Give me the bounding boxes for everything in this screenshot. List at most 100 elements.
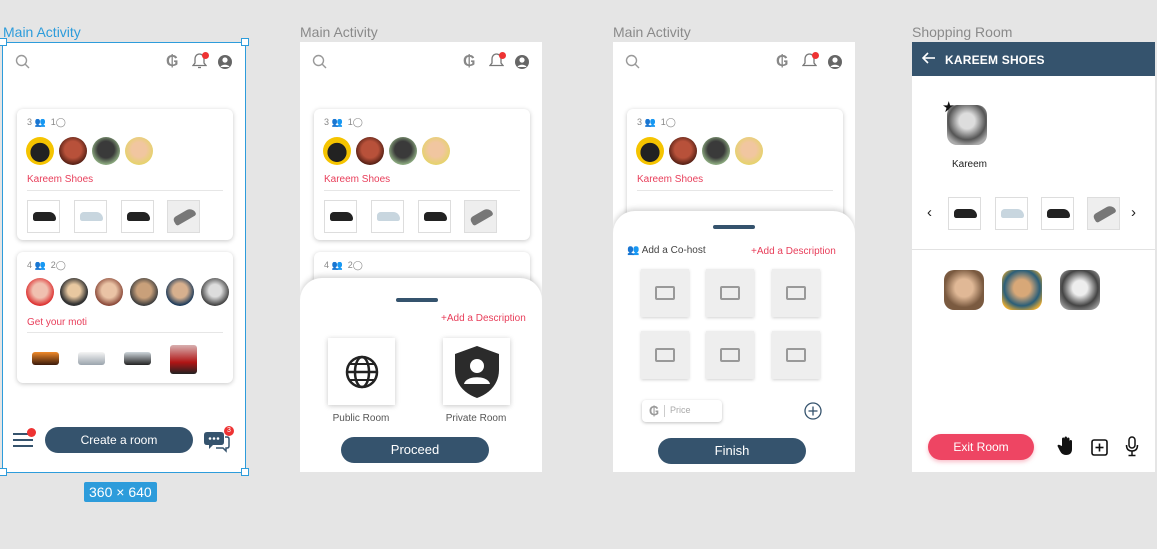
raise-hand-icon[interactable] (1057, 436, 1075, 461)
currency-icon[interactable]: ₲ (776, 54, 788, 70)
main-activity-screen-2: ₲ 3 👥 1◯ Kareem Shoes 4 👥 2◯ +Add a Desc… (300, 42, 542, 472)
avatar (26, 278, 54, 306)
selection-handle[interactable] (241, 38, 249, 46)
avatar (92, 137, 120, 165)
create-room-button[interactable]: Create a room (45, 427, 193, 453)
chevron-left-icon[interactable]: ‹ (927, 204, 932, 221)
image-placeholder-icon[interactable] (706, 269, 754, 317)
avatar (669, 137, 697, 165)
divider (324, 190, 520, 191)
participant-count: 4 (324, 260, 330, 270)
dimension-badge: 360 × 640 (84, 482, 157, 502)
participant-avatar[interactable] (1060, 270, 1100, 310)
frame-label-main-activity-1: Main Activity (3, 24, 81, 40)
add-circle-icon[interactable] (804, 402, 822, 425)
sheet-handle[interactable] (396, 298, 438, 302)
product-thumbnail[interactable] (121, 200, 154, 233)
public-room-option[interactable] (328, 338, 395, 405)
profile-icon[interactable] (827, 54, 843, 74)
image-placeholder-icon[interactable] (706, 331, 754, 379)
product-thumbnail[interactable] (75, 342, 108, 375)
product-thumbnail[interactable] (121, 342, 154, 375)
profile-icon[interactable] (217, 54, 233, 74)
image-placeholder-icon[interactable] (772, 331, 820, 379)
add-cohost-link[interactable]: 👥 Add a Co-host (627, 245, 706, 256)
comment-icon: ◯ (55, 117, 66, 127)
image-placeholder-icon[interactable] (772, 269, 820, 317)
main-activity-screen-1: ₲ 3 👥 1◯ Kareem Shoes 4 👥 2◯ Get your mo… (3, 42, 245, 472)
product-thumbnail[interactable] (74, 200, 107, 233)
add-description-link[interactable]: +Add a Description (441, 313, 526, 324)
sheet-handle[interactable] (713, 225, 755, 229)
public-room-label: Public Room (332, 413, 390, 424)
price-placeholder: Price (670, 405, 691, 415)
globe-icon (345, 355, 379, 394)
product-thumbnail[interactable] (29, 342, 62, 375)
participant-avatar[interactable] (1002, 270, 1042, 310)
frame-label-shopping-room: Shopping Room (912, 24, 1013, 40)
private-room-option[interactable] (443, 338, 510, 405)
card-stats: 4 👥 2◯ (27, 260, 66, 271)
card-stats: 3 👥 1◯ (637, 117, 676, 128)
avatar (166, 278, 194, 306)
search-icon[interactable] (625, 54, 641, 74)
cohost-sheet: 👥 Add a Co-host +Add a Description ₲ Pri… (613, 211, 855, 472)
selection-handle[interactable] (0, 38, 7, 46)
avatar (26, 137, 54, 165)
add-description-link[interactable]: +Add a Description (751, 246, 836, 257)
selection-handle[interactable] (241, 468, 249, 476)
microphone-icon[interactable] (1125, 436, 1139, 462)
back-arrow-icon[interactable] (921, 51, 936, 70)
avatar (130, 278, 158, 306)
people-icon: 👥 (34, 260, 46, 270)
product-thumbnail[interactable] (27, 200, 60, 233)
search-icon[interactable] (312, 54, 328, 74)
image-placeholder-icon[interactable] (641, 269, 689, 317)
currency-icon[interactable]: ₲ (166, 54, 178, 70)
divider (27, 332, 223, 333)
people-icon: 👥 (331, 117, 343, 127)
product-thumbnail[interactable] (167, 342, 200, 377)
avatar (356, 137, 384, 165)
comment-icon: ◯ (55, 260, 66, 270)
product-thumbnail[interactable] (464, 200, 497, 233)
selection-handle[interactable] (0, 468, 7, 476)
room-card-kareem-shoes[interactable]: 3 👥 1◯ Kareem Shoes (17, 109, 233, 240)
currency-icon[interactable]: ₲ (463, 54, 475, 70)
divider (637, 190, 833, 191)
shield-user-icon (452, 344, 502, 405)
product-thumbnail[interactable] (167, 200, 200, 233)
add-box-icon[interactable] (1091, 439, 1108, 461)
card-stats: 4 👥 2◯ (324, 260, 363, 271)
comment-icon: ◯ (665, 117, 676, 127)
divider (27, 190, 223, 191)
product-thumbnail[interactable] (995, 197, 1028, 230)
product-thumbnail[interactable] (371, 200, 404, 233)
card-title[interactable]: Kareem Shoes (324, 174, 390, 185)
search-icon[interactable] (15, 54, 31, 74)
host-avatar[interactable] (947, 105, 987, 145)
product-thumbnail[interactable] (1087, 197, 1120, 230)
product-thumbnail[interactable] (948, 197, 981, 230)
image-placeholder-icon[interactable] (641, 331, 689, 379)
participant-avatar[interactable] (944, 270, 984, 310)
profile-icon[interactable] (514, 54, 530, 74)
menu-notification-dot (27, 428, 36, 437)
card-title[interactable]: Get your moti (27, 317, 87, 328)
room-card-kareem-shoes[interactable]: 3 👥 1◯ Kareem Shoes (314, 109, 530, 240)
proceed-button[interactable]: Proceed (341, 437, 489, 463)
exit-room-button[interactable]: Exit Room (928, 434, 1034, 460)
chevron-right-icon[interactable]: › (1131, 204, 1136, 221)
price-input[interactable]: ₲ Price (642, 400, 722, 422)
card-title[interactable]: Kareem Shoes (27, 174, 93, 185)
participant-count: 4 (27, 260, 33, 270)
avatar (125, 137, 153, 165)
product-thumbnail[interactable] (324, 200, 357, 233)
avatar (95, 278, 123, 306)
card-title[interactable]: Kareem Shoes (637, 174, 703, 185)
room-card-get-your-moti[interactable]: 4 👥 2◯ Get your moti (17, 252, 233, 383)
product-thumbnail[interactable] (418, 200, 451, 233)
product-thumbnail[interactable] (1041, 197, 1074, 230)
chat-badge: 3 (224, 426, 234, 436)
finish-button[interactable]: Finish (658, 438, 806, 464)
